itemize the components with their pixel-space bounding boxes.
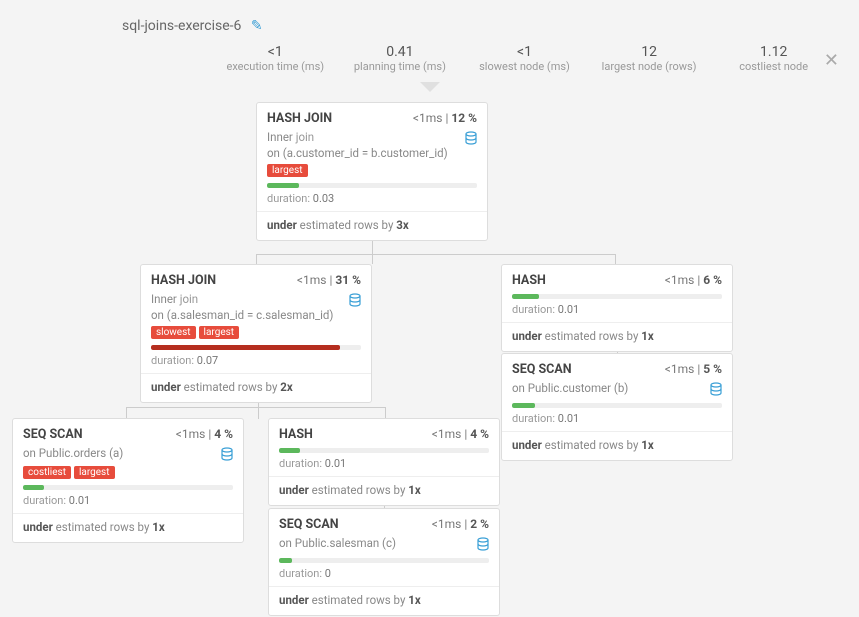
close-icon[interactable]: ✕ [824, 50, 839, 71]
tag-largest: largest [74, 466, 115, 479]
stat-largest: 12largest node (rows) [592, 44, 707, 73]
tag-costliest: costliest [23, 466, 71, 479]
tag-largest: largest [199, 326, 240, 339]
node-hash-2[interactable]: HASH<1ms | 4 % duration: 0.01 under esti… [268, 418, 500, 506]
database-icon [221, 447, 233, 461]
edit-icon[interactable]: ✎ [251, 18, 263, 34]
tag-largest: largest [267, 164, 308, 177]
pointer-triangle [420, 82, 440, 92]
stat-exec-time: <1execution time (ms) [218, 44, 333, 73]
node-hash-1[interactable]: HASH<1ms | 6 % duration: 0.01 under esti… [501, 264, 733, 352]
database-icon [349, 293, 361, 307]
database-icon [477, 537, 489, 551]
node-seq-scan-orders[interactable]: SEQ SCAN<1ms | 4 % on Public.orders (a) … [12, 418, 244, 543]
database-icon [465, 131, 477, 145]
stat-slowest: <1slowest node (ms) [467, 44, 582, 73]
node-seq-scan-salesman[interactable]: SEQ SCAN<1ms | 2 % on Public.salesman (c… [268, 508, 500, 616]
node-seq-scan-customer[interactable]: SEQ SCAN<1ms | 5 % on Public.customer (b… [501, 353, 733, 461]
stats-bar: <1execution time (ms) 0.41planning time … [210, 38, 839, 85]
tag-slowest: slowest [151, 326, 196, 339]
node-hash-join-2[interactable]: HASH JOIN<1ms | 31 % Inner join on (a.sa… [140, 264, 372, 403]
stat-plan-time: 0.41planning time (ms) [343, 44, 458, 73]
node-hash-join-1[interactable]: HASH JOIN<1ms | 12 % Inner join on (a.cu… [256, 102, 488, 241]
page-title: sql-joins-exercise-6 ✎ [122, 18, 263, 34]
database-icon [710, 382, 722, 396]
stat-costliest: 1.12costliest node [716, 44, 831, 73]
